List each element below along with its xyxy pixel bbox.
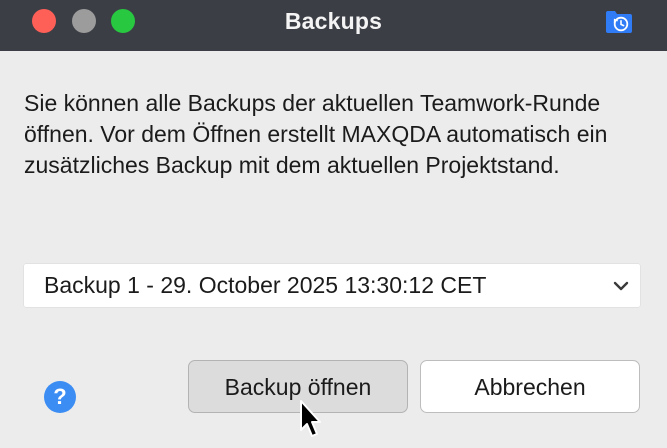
dialog-content: Sie können alle Backups der aktuellen Te… [0,51,667,448]
chevron-down-icon [613,281,629,291]
help-button[interactable]: ? [44,381,76,413]
mouse-pointer-icon [300,400,321,437]
dialog-message: Sie können alle Backups der aktuellen Te… [24,90,608,178]
title-bar: Backups [0,0,667,51]
window-title: Backups [284,8,383,34]
backups-dialog: Backups Sie können alle Backups der aktu… [0,0,667,448]
backup-select-value: Backup 1 - 29. October 2025 13:30:12 CET [44,272,487,298]
cancel-button[interactable]: Abbrechen [420,360,640,413]
folder-history-icon [606,11,632,33]
backup-select[interactable]: Backup 1 - 29. October 2025 13:30:12 CET [24,264,640,307]
